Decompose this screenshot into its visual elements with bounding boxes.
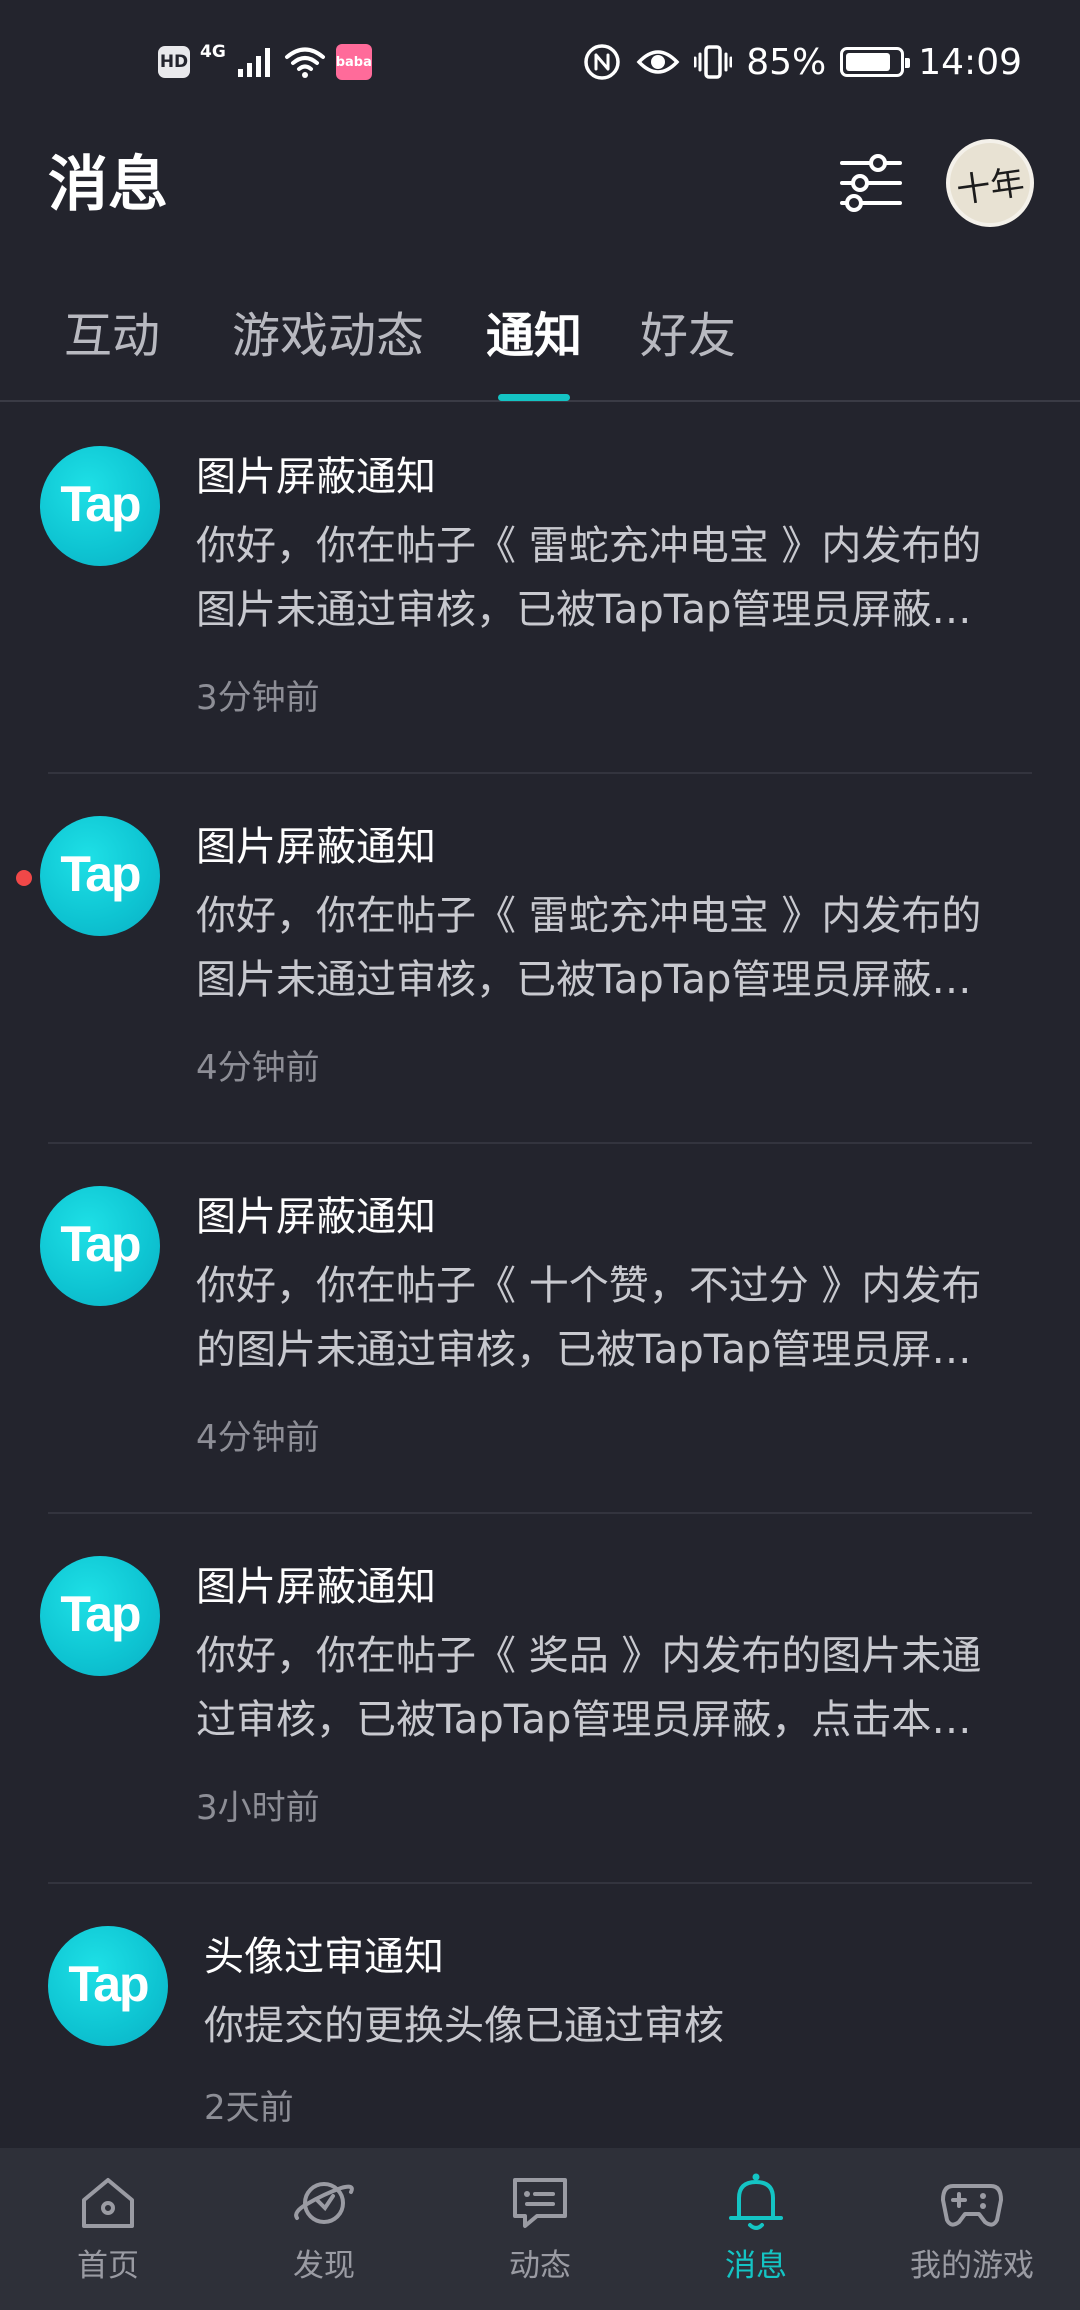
notification-time: 3分钟前 [196,678,320,718]
notification-title: 头像过审通知 [204,1934,444,1980]
nav-label: 我的游戏 [910,2248,1034,2284]
notification-item[interactable]: Tap 图片屏蔽通知 你好，你在帖子《 雷蛇充冲电宝 》内发布的图片未通过审核，… [0,404,1080,774]
planet-icon [294,2182,354,2224]
notification-time: 4分钟前 [196,1048,320,1088]
nav-label: 首页 [77,2248,139,2284]
taptap-logo-icon: Tap [40,816,160,936]
notification-item[interactable]: Tap 图片屏蔽通知 你好，你在帖子《 雷蛇充冲电宝 》内发布的图片未通过审核，… [0,774,1080,1144]
notification-title: 图片屏蔽通知 [196,454,436,500]
notification-body: 你好，你在帖子《 十个赞，不过分 》内发布的图片未通过审核，已被TapTap管理… [196,1263,982,1373]
tab-interaction[interactable]: 互动 [64,304,160,368]
bell-icon [729,2173,783,2230]
battery-percent: 85% [746,41,827,83]
gamepad-icon [941,2184,1003,2227]
cellular-signal-icon [237,48,270,77]
notification-time: 3小时前 [196,1788,320,1828]
eye-comfort-icon [636,50,680,74]
clock: 14:09 [918,41,1022,83]
nav-discover[interactable]: 发现 [216,2148,432,2310]
bottom-nav: 首页 发现 动态 消息 我的游戏 [0,2148,1080,2310]
tab-game-updates[interactable]: 游戏动态 [232,304,424,368]
taptap-logo-icon: Tap [40,1186,160,1306]
taptap-logo-icon: Tap [48,1926,168,2046]
message-tabs: 互动 游戏动态 通知 好友 [0,290,1080,402]
avatar-calligraphy: 十年 [954,161,1027,212]
notification-time: 2天前 [204,2088,294,2128]
notification-item[interactable]: Tap 图片屏蔽通知 你好，你在帖子《 十个赞，不过分 》内发布的图片未通过审核… [0,1144,1080,1514]
notification-title: 图片屏蔽通知 [196,824,436,870]
taptap-logo-icon: Tap [40,1556,160,1676]
notification-title: 图片屏蔽通知 [196,1564,436,1610]
nav-messages[interactable]: 消息 [648,2148,864,2310]
nav-feed[interactable]: 动态 [432,2148,648,2310]
status-bar-right: 85% 14:09 [582,38,1022,86]
notification-title: 图片屏蔽通知 [196,1194,436,1240]
notification-item[interactable]: Tap 图片屏蔽通知 你好，你在帖子《 奖品 》内发布的图片未通过审核，已被Ta… [0,1514,1080,1884]
network-type: 4G [200,42,226,62]
tab-notifications[interactable]: 通知 [486,304,582,368]
notification-body: 你好，你在帖子《 奖品 》内发布的图片未通过审核，已被TapTap管理员屏蔽，点… [196,1633,982,1743]
notification-body: 你提交的更换头像已通过审核 [204,2003,724,2049]
nav-home[interactable]: 首页 [0,2148,216,2310]
status-bar-left: HD 4G baba [158,40,372,84]
hd-icon: HD [158,46,190,78]
unread-dot [16,870,32,886]
home-icon [82,2178,134,2228]
nfc-icon [584,44,620,80]
filter-button[interactable] [832,148,910,218]
notification-body: 你好，你在帖子《 雷蛇充冲电宝 》内发布的图片未通过审核，已被TapTap管理员… [196,893,982,1003]
vibrate-icon [694,45,733,79]
notification-list: Tap 图片屏蔽通知 你好，你在帖子《 雷蛇充冲电宝 》内发布的图片未通过审核，… [0,404,1080,2254]
taptap-logo-icon: Tap [40,446,160,566]
nav-my-games[interactable]: 我的游戏 [864,2148,1080,2310]
tab-friends[interactable]: 好友 [640,304,736,368]
sliders-icon [840,154,902,212]
page-title: 消息 [48,150,168,220]
nav-label: 动态 [509,2248,571,2284]
chat-bubble-icon [513,2178,567,2228]
nav-label: 消息 [725,2248,787,2284]
battery-icon [840,47,911,77]
active-tab-indicator [498,394,570,401]
notification-time: 4分钟前 [196,1418,320,1458]
notification-body: 你好，你在帖子《 雷蛇充冲电宝 》内发布的图片未通过审核，已被TapTap管理员… [196,523,982,633]
status-bar: HD 4G baba 85% 14:09 [0,0,1080,125]
app-notification-icon: baba [336,44,372,80]
nav-label: 发现 [293,2248,355,2284]
avatar[interactable]: 十年 [946,139,1034,227]
wifi-icon [284,47,325,78]
